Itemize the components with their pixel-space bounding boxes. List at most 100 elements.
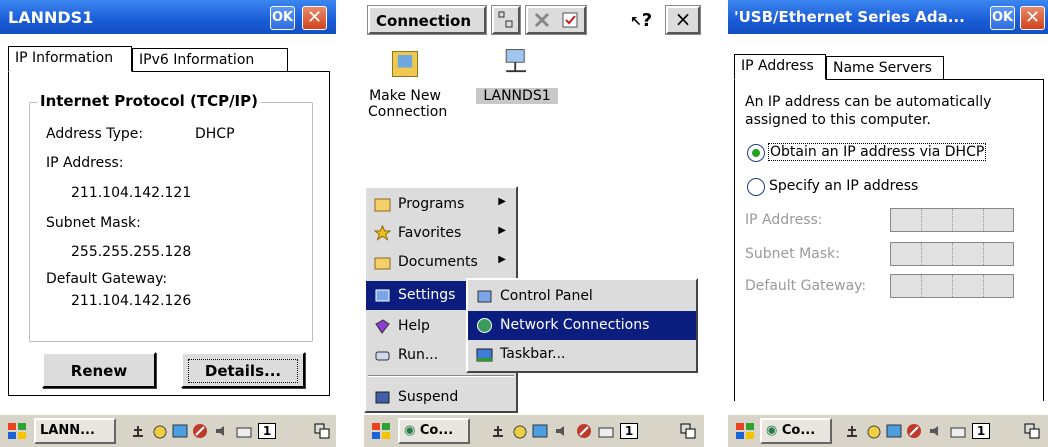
menu-favorites[interactable]: Favorites ▶ — [366, 219, 516, 248]
tab-ip-address[interactable]: IP Address — [734, 54, 826, 80]
make-new-connection-label: Make New Connection — [368, 88, 448, 120]
subnet-mask-label: Subnet Mask: — [745, 246, 840, 262]
system-tray: 1 — [482, 419, 672, 443]
hand-tray-icon[interactable] — [866, 423, 882, 439]
display-tray-icon[interactable] — [532, 423, 548, 439]
hand-tray-icon[interactable] — [512, 423, 528, 439]
properties-icon[interactable] — [560, 10, 580, 30]
edit-buttons — [526, 6, 586, 34]
view-icon — [498, 11, 513, 28]
input-number-indicator[interactable]: 1 — [620, 423, 638, 439]
system-tray: 1 — [122, 419, 302, 443]
no-connection-tray-icon[interactable] — [192, 423, 208, 439]
radio-specify[interactable] — [747, 178, 765, 196]
make-new-connection-item[interactable]: Make New Connection — [368, 46, 448, 120]
input-number-indicator[interactable]: 1 — [972, 423, 990, 439]
display-tray-icon[interactable] — [172, 423, 188, 439]
keyboard-tray-icon[interactable] — [950, 423, 966, 439]
volume-tray-icon[interactable] — [214, 423, 230, 439]
details-button-label: Details... — [188, 359, 298, 383]
hand-tray-icon[interactable] — [152, 423, 168, 439]
menu-settings-label: Settings — [398, 287, 456, 303]
details-button[interactable]: Details... — [181, 352, 305, 388]
taskbar-window-button[interactable]: LANN... — [34, 418, 116, 444]
tab-panel: Internet Protocol (TCP/IP) Address Type:… — [8, 71, 330, 396]
network-globe-icon — [477, 318, 492, 333]
connection-toolbar: Connection ↖? × — [364, 0, 704, 48]
keyboard-tray-icon[interactable] — [598, 423, 614, 439]
menu-documents-label: Documents — [398, 254, 478, 270]
submenu-taskbar-label: Taskbar... — [500, 346, 566, 362]
lan-status-window: LANNDS1 OK ✕ IP Information IPv6 Informa… — [0, 0, 336, 447]
network-tray-icon[interactable] — [490, 423, 506, 439]
help-button[interactable]: ↖? — [630, 10, 652, 31]
connection-title-box: Connection — [368, 6, 486, 34]
radio-dhcp[interactable] — [747, 144, 765, 162]
taskbar-window-button[interactable]: ◉ Co... — [760, 418, 832, 444]
address-type-label: Address Type: — [46, 126, 144, 142]
no-connection-tray-icon[interactable] — [906, 423, 922, 439]
programs-icon — [374, 198, 391, 212]
view-button[interactable] — [492, 6, 520, 34]
network-tray-icon[interactable] — [844, 423, 860, 439]
delete-icon[interactable] — [532, 10, 552, 30]
close-button[interactable]: × — [666, 6, 700, 34]
help-book-icon — [375, 319, 390, 334]
ip-address-field — [890, 208, 1014, 232]
menu-documents[interactable]: Documents ▶ — [366, 248, 516, 277]
taskbar: ◉ Co... 1 — [728, 413, 1048, 447]
tab-ip-information[interactable]: IP Information — [8, 46, 132, 72]
menu-suspend-label: Suspend — [398, 389, 459, 405]
taskbar: LANN... 1 — [0, 413, 336, 447]
close-button[interactable]: ✕ — [1020, 6, 1045, 30]
input-number-indicator[interactable]: 1 — [258, 423, 276, 439]
volume-tray-icon[interactable] — [554, 423, 570, 439]
description-line-2: assigned to this computer. — [745, 112, 931, 128]
default-gateway-field — [890, 274, 1014, 298]
submenu-network-connections[interactable]: Network Connections — [468, 311, 696, 340]
lannds1-connection-item[interactable]: LANNDS1 — [476, 46, 558, 104]
default-gateway-label: Default Gateway: — [745, 278, 867, 294]
ok-button[interactable]: OK — [990, 6, 1015, 30]
volume-tray-icon[interactable] — [928, 423, 944, 439]
renew-button[interactable]: Renew — [42, 352, 156, 388]
desktop-switch-icon[interactable] — [1024, 423, 1040, 439]
keyboard-tray-icon[interactable] — [236, 423, 252, 439]
radio-dhcp-label[interactable]: Obtain an IP address via DHCP — [767, 143, 987, 161]
submenu-network-connections-label: Network Connections — [500, 317, 650, 333]
ip-address-value: 211.104.142.121 — [71, 185, 192, 201]
network-tray-icon[interactable] — [130, 423, 146, 439]
submenu-control-panel[interactable]: Control Panel — [468, 282, 696, 311]
taskbar-window-button[interactable]: ◉ Co... — [398, 418, 470, 444]
address-type-value: DHCP — [195, 126, 235, 142]
desktop-switch-icon[interactable] — [680, 423, 696, 439]
window-title: Connection — [376, 12, 472, 30]
title-bar: LANNDS1 OK ✕ — [0, 0, 336, 34]
taskbar: ◉ Co... 1 — [364, 413, 704, 447]
display-tray-icon[interactable] — [886, 423, 902, 439]
taskbar-window-label: Co... — [419, 423, 454, 438]
renew-button-label: Renew — [70, 362, 128, 380]
suspend-icon — [375, 391, 390, 404]
settings-submenu: Control Panel Network Connections Taskba… — [466, 278, 698, 373]
windows-start-icon[interactable] — [370, 420, 392, 442]
radio-specify-label[interactable]: Specify an IP address — [769, 178, 918, 194]
close-button[interactable]: ✕ — [302, 6, 327, 30]
window-title: LANNDS1 — [8, 8, 94, 27]
favorites-star-icon — [374, 225, 391, 241]
menu-programs[interactable]: Programs ▶ — [366, 190, 516, 219]
menu-suspend[interactable]: Suspend — [366, 383, 516, 412]
windows-start-icon[interactable] — [734, 420, 756, 442]
windows-start-icon[interactable] — [6, 420, 28, 442]
submenu-arrow-icon: ▶ — [498, 254, 506, 265]
tab-panel: An IP address can be automatically assig… — [734, 79, 1044, 401]
window-title: 'USB/Ethernet Series Ada... — [734, 8, 965, 26]
no-connection-tray-icon[interactable] — [576, 423, 592, 439]
desktop-switch-icon[interactable] — [314, 423, 330, 439]
help-question-mark: ? — [641, 10, 653, 31]
control-panel-icon — [477, 290, 492, 303]
taskbar-window-label: Co... — [781, 423, 816, 438]
description-line-1: An IP address can be automatically — [745, 94, 992, 110]
ok-button[interactable]: OK — [270, 6, 295, 30]
submenu-taskbar[interactable]: Taskbar... — [468, 340, 696, 369]
